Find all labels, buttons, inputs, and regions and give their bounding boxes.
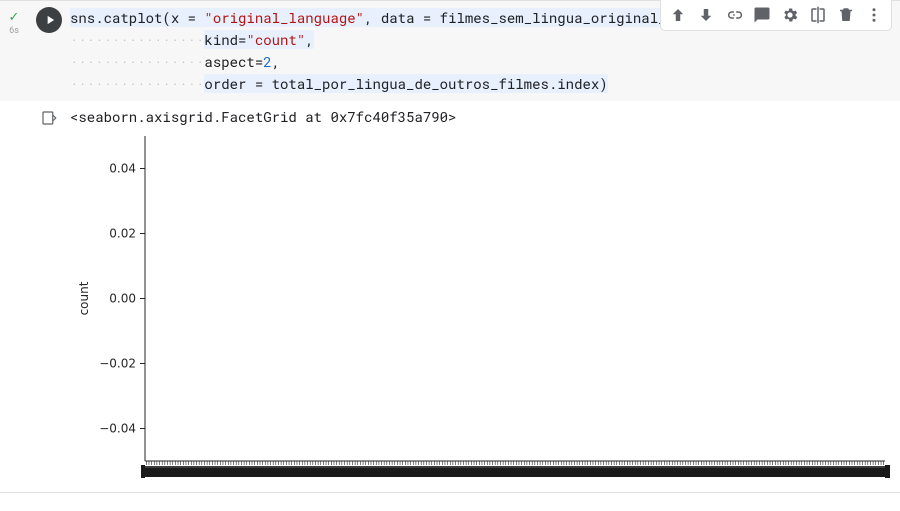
mirror-icon: [809, 6, 827, 24]
settings-button[interactable]: [777, 2, 803, 28]
link-button[interactable]: [721, 2, 747, 28]
arrow-up-icon: [669, 6, 687, 24]
svg-text:−0.02: −0.02: [99, 357, 136, 371]
svg-text:count: count: [77, 281, 91, 315]
move-down-button[interactable]: [693, 2, 719, 28]
more-vert-icon: [865, 6, 883, 24]
output-area: <seaborn.axisgrid.FacetGrid at 0x7fc40f3…: [0, 101, 900, 492]
code-line: ················aspect=2,: [70, 51, 892, 73]
move-up-button[interactable]: [665, 2, 691, 28]
link-icon: [725, 6, 743, 24]
comment-button[interactable]: [749, 2, 775, 28]
delete-button[interactable]: [833, 2, 859, 28]
output-icon-column: [28, 107, 70, 127]
run-cell-button[interactable]: [36, 7, 62, 33]
output-repr-text: <seaborn.axisgrid.FacetGrid at 0x7fc40f3…: [70, 107, 890, 127]
run-button-column: [28, 1, 70, 33]
more-button[interactable]: [861, 2, 887, 28]
output-content: <seaborn.axisgrid.FacetGrid at 0x7fc40f3…: [70, 107, 900, 492]
code-line: ················order = total_por_lingua…: [70, 73, 892, 95]
seaborn-chart: −0.04−0.020.000.020.04count8: [70, 131, 890, 486]
execution-gutter: ✓ 6s: [0, 1, 28, 36]
output-indicator-icon: [40, 109, 58, 127]
notebook-cell: ✓ 6s sns.catplot(x = "original_language"…: [0, 0, 900, 493]
svg-text:0.02: 0.02: [109, 227, 136, 241]
cell-toolbar: [660, 0, 892, 31]
execution-time: 6s: [9, 26, 19, 36]
code-line: ················kind="count",: [70, 29, 892, 51]
gear-icon: [781, 6, 799, 24]
svg-text:0.00: 0.00: [109, 292, 136, 306]
play-icon: [43, 13, 57, 27]
svg-text:−0.04: −0.04: [99, 422, 136, 436]
mirror-button[interactable]: [805, 2, 831, 28]
trash-icon: [837, 6, 855, 24]
arrow-down-icon: [697, 6, 715, 24]
success-check-icon: ✓: [9, 11, 20, 24]
svg-text:0.04: 0.04: [109, 162, 136, 176]
comment-icon: [753, 6, 771, 24]
